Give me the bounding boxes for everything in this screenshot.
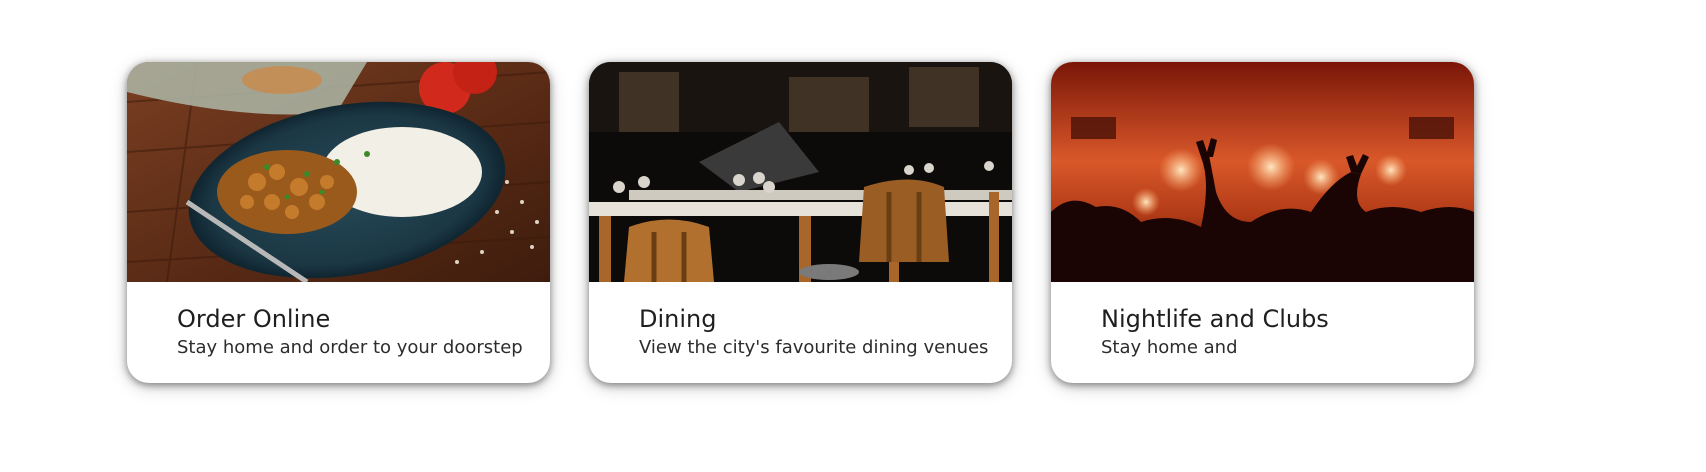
nightlife-card[interactable]: Nightlife and Clubs Stay home and [1051,62,1474,383]
card-subtitle: Stay home and [1101,337,1238,358]
collection-cards-row: Order Online Stay home and order to your… [127,62,1474,383]
dining-card[interactable]: Dining View the city's favourite dining … [589,62,1012,383]
card-subtitle: Stay home and order to your doorstep [177,337,523,358]
order-online-card[interactable]: Order Online Stay home and order to your… [127,62,550,383]
food-plate-image [127,62,550,282]
card-title: Nightlife and Clubs [1101,305,1329,333]
card-title: Dining [639,305,717,333]
card-title: Order Online [177,305,331,333]
nightclub-crowd-image [1051,62,1474,282]
card-subtitle: View the city's favourite dining venues [639,337,989,358]
order-online-card-body: Order Online Stay home and order to your… [127,282,550,360]
dining-card-body: Dining View the city's favourite dining … [589,282,1012,360]
restaurant-interior-image [589,62,1012,282]
nightlife-card-body: Nightlife and Clubs Stay home and [1051,282,1474,360]
